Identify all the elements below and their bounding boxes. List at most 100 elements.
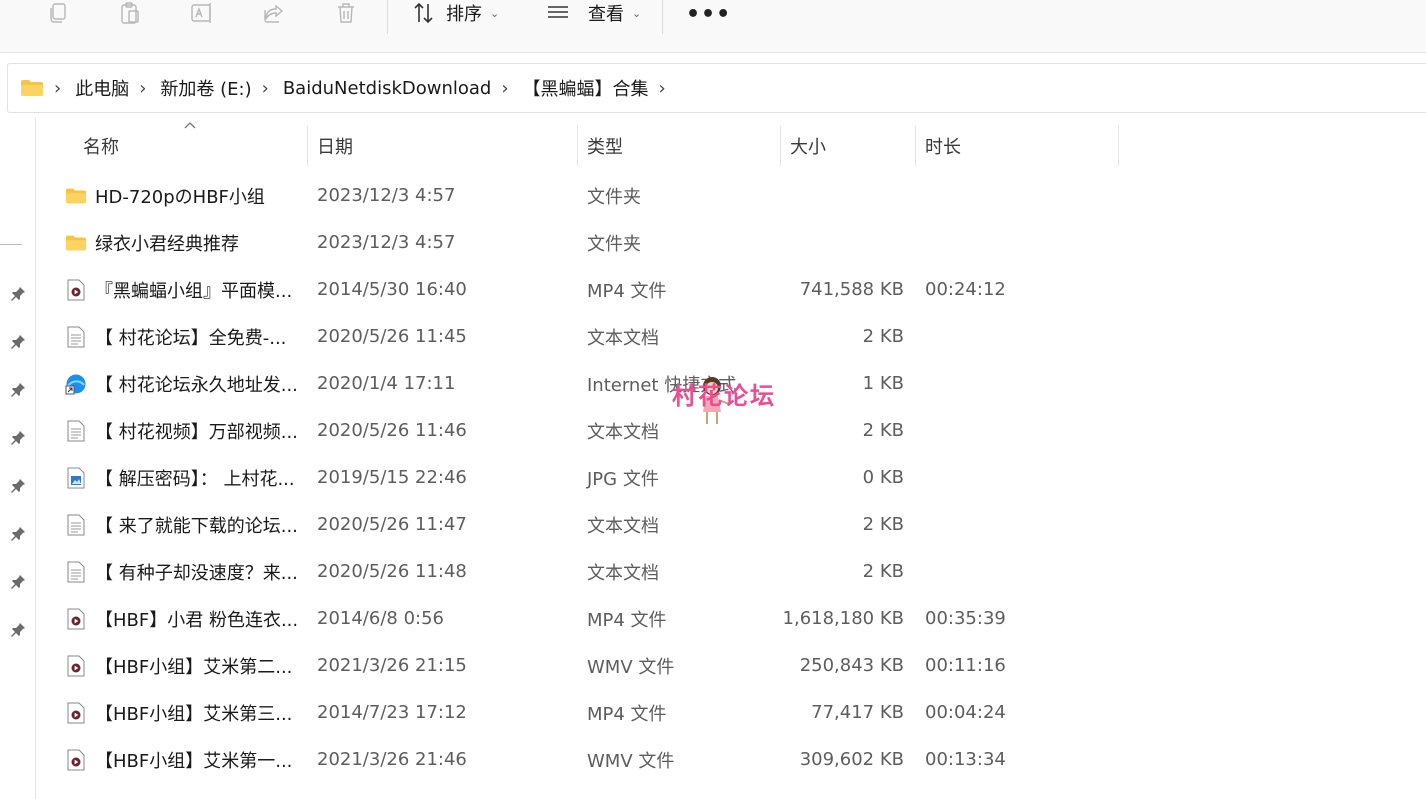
file-date: 2019/5/15 22:46 bbox=[317, 467, 467, 488]
pin-icon[interactable] bbox=[10, 286, 26, 302]
column-header-duration[interactable]: 时长 bbox=[925, 126, 961, 166]
text-file-icon bbox=[65, 501, 87, 548]
column-header-size[interactable]: 大小 bbox=[790, 126, 826, 166]
column-divider[interactable] bbox=[1118, 126, 1119, 166]
column-divider[interactable] bbox=[780, 126, 781, 166]
column-header-type[interactable]: 类型 bbox=[587, 126, 623, 166]
column-divider[interactable] bbox=[915, 126, 916, 166]
file-date: 2020/5/26 11:46 bbox=[317, 420, 467, 441]
video-file-icon bbox=[65, 595, 87, 642]
file-name: 【HBF小组】艾米第三... bbox=[95, 703, 293, 725]
pin-icon[interactable] bbox=[10, 382, 26, 398]
file-name: 【 有种子却没速度？来... bbox=[95, 562, 298, 584]
table-row[interactable]: 【HBF小组】艾米第一... 2021/3/26 21:46 WMV 文件 309,6… bbox=[60, 736, 1120, 783]
text-file-icon bbox=[65, 407, 87, 454]
file-name: 【HBF小组】艾米第二... bbox=[95, 656, 293, 678]
more-options-button[interactable]: ••• bbox=[686, 2, 731, 27]
file-size: 2 KB bbox=[862, 514, 904, 535]
column-header-name[interactable]: 名称 bbox=[83, 126, 119, 166]
file-name: 【 解压密码】： 上村花... bbox=[95, 468, 295, 490]
file-type: 文本文档 bbox=[587, 515, 659, 537]
pin-icon[interactable] bbox=[10, 334, 26, 350]
file-date: 2020/5/26 11:47 bbox=[317, 514, 467, 535]
column-header-date[interactable]: 日期 bbox=[317, 126, 353, 166]
file-date: 2014/5/30 16:40 bbox=[317, 279, 467, 300]
share-button[interactable] bbox=[262, 0, 286, 26]
delete-button[interactable] bbox=[334, 0, 358, 26]
video-file-icon bbox=[65, 266, 87, 313]
file-date: 2023/12/3 4:57 bbox=[317, 185, 456, 206]
file-duration: 00:11:16 bbox=[925, 655, 1006, 676]
delete-icon bbox=[338, 3, 354, 23]
pin-icon[interactable] bbox=[10, 526, 26, 542]
view-button[interactable]: 查看 ⌄ bbox=[546, 0, 641, 26]
chevron-down-icon: ⌄ bbox=[632, 6, 642, 20]
file-type: JPG 文件 bbox=[587, 468, 659, 490]
file-size bbox=[760, 172, 904, 219]
file-type: MP4 文件 bbox=[587, 609, 667, 631]
file-name: 『黑蝙蝠小组』平面模... bbox=[95, 280, 293, 302]
toolbar-divider bbox=[387, 0, 388, 34]
file-type: WMV 文件 bbox=[587, 750, 675, 772]
file-date: 2021/3/26 21:15 bbox=[317, 655, 467, 676]
copy-button[interactable] bbox=[46, 0, 70, 26]
list-view-icon bbox=[548, 6, 568, 18]
file-name: 【HBF】小君 粉色连衣... bbox=[95, 609, 299, 631]
file-date: 2020/1/4 17:11 bbox=[317, 373, 456, 394]
table-row[interactable]: 【 有种子却没速度？来... 2020/5/26 11:48 文本文档 2 KB bbox=[60, 548, 1120, 595]
column-divider[interactable] bbox=[307, 126, 308, 166]
breadcrumb-item-collection[interactable]: 【黑蝙蝠】合集 bbox=[523, 75, 649, 101]
file-size bbox=[760, 219, 904, 266]
file-duration: 00:35:39 bbox=[925, 608, 1006, 629]
chevron-down-icon: ⌄ bbox=[490, 6, 500, 20]
file-date: 2023/12/3 4:57 bbox=[317, 232, 456, 253]
share-icon bbox=[264, 4, 284, 23]
file-size: 2 KB bbox=[862, 326, 904, 347]
table-row[interactable]: 【 村花论坛】全免费-... 2020/5/26 11:45 文本文档 2 KB bbox=[60, 313, 1120, 360]
pin-icon[interactable] bbox=[10, 430, 26, 446]
file-size: 250,843 KB bbox=[799, 655, 904, 676]
table-row[interactable]: 【 村花视频】万部视频... 2020/5/26 11:46 文本文档 2 KB bbox=[60, 407, 1120, 454]
table-row[interactable]: HD-720pのHBF小组 2023/12/3 4:57 文件夹 bbox=[60, 172, 1120, 219]
pin-icon[interactable] bbox=[10, 574, 26, 590]
view-label: 查看 bbox=[588, 4, 624, 25]
sort-ascending-icon bbox=[184, 122, 196, 129]
pin-icon[interactable] bbox=[10, 622, 26, 638]
breadcrumb-separator: › bbox=[658, 77, 666, 99]
file-date: 2020/5/26 11:45 bbox=[317, 326, 467, 347]
table-row[interactable]: 【HBF小组】艾米第三... 2014/7/23 17:12 MP4 文件 77,41… bbox=[60, 689, 1120, 736]
file-date: 2021/3/26 21:46 bbox=[317, 749, 467, 770]
sort-button[interactable]: 排序 ⌄ bbox=[412, 0, 499, 26]
file-name: 【 来了就能下载的论坛... bbox=[95, 515, 298, 537]
breadcrumb-item-download[interactable]: BaiduNetdiskDownload bbox=[283, 78, 492, 99]
breadcrumb-item-this-pc[interactable]: 此电脑 bbox=[75, 75, 129, 101]
table-row[interactable]: 【 解压密码】： 上村花... 2019/5/15 22:46 JPG 文件 0 KB bbox=[60, 454, 1120, 501]
command-bar: 排序 ⌄ 查看 ⌄ ••• bbox=[0, 0, 1426, 53]
table-row[interactable]: 【 来了就能下载的论坛... 2020/5/26 11:47 文本文档 2 KB bbox=[60, 501, 1120, 548]
column-divider[interactable] bbox=[577, 126, 578, 166]
table-row[interactable]: 『黑蝙蝠小组』平面模... 2014/5/30 16:40 MP4 文件 741,58… bbox=[60, 266, 1120, 313]
file-type: 文件夹 bbox=[587, 233, 641, 255]
file-date: 2014/7/23 17:12 bbox=[317, 702, 467, 723]
table-row[interactable]: 【 村花论坛永久地址发... 2020/1/4 17:11 Internet 快捷方… bbox=[60, 360, 1120, 407]
file-name: 【 村花视频】万部视频... bbox=[95, 421, 298, 443]
paste-button[interactable] bbox=[118, 0, 142, 26]
internet-shortcut-icon bbox=[65, 360, 87, 407]
table-row[interactable]: 【HBF】小君 粉色连衣... 2014/6/8 0:56 MP4 文件 1,618,… bbox=[60, 595, 1120, 642]
file-type: MP4 文件 bbox=[587, 703, 667, 725]
file-name: HD-720pのHBF小组 bbox=[95, 186, 265, 208]
folder-icon bbox=[65, 172, 87, 219]
breadcrumb-separator: › bbox=[54, 77, 62, 99]
breadcrumb-item-drive[interactable]: 新加卷 (E:) bbox=[160, 75, 251, 101]
video-file-icon bbox=[65, 642, 87, 689]
video-file-icon bbox=[65, 689, 87, 736]
navigation-divider bbox=[0, 244, 22, 245]
breadcrumb[interactable]: › 此电脑 › 新加卷 (E:) › BaiduNetdiskDownload … bbox=[7, 63, 1426, 113]
file-type: 文本文档 bbox=[587, 327, 659, 349]
rename-button[interactable] bbox=[190, 0, 214, 26]
video-file-icon bbox=[65, 736, 87, 783]
table-row[interactable]: 绿衣小君经典推荐 2023/12/3 4:57 文件夹 bbox=[60, 219, 1120, 266]
watermark-text: 村花论坛 bbox=[672, 382, 776, 410]
table-row[interactable]: 【HBF小组】艾米第二... 2021/3/26 21:15 WMV 文件 250,8… bbox=[60, 642, 1120, 689]
pin-icon[interactable] bbox=[10, 478, 26, 494]
